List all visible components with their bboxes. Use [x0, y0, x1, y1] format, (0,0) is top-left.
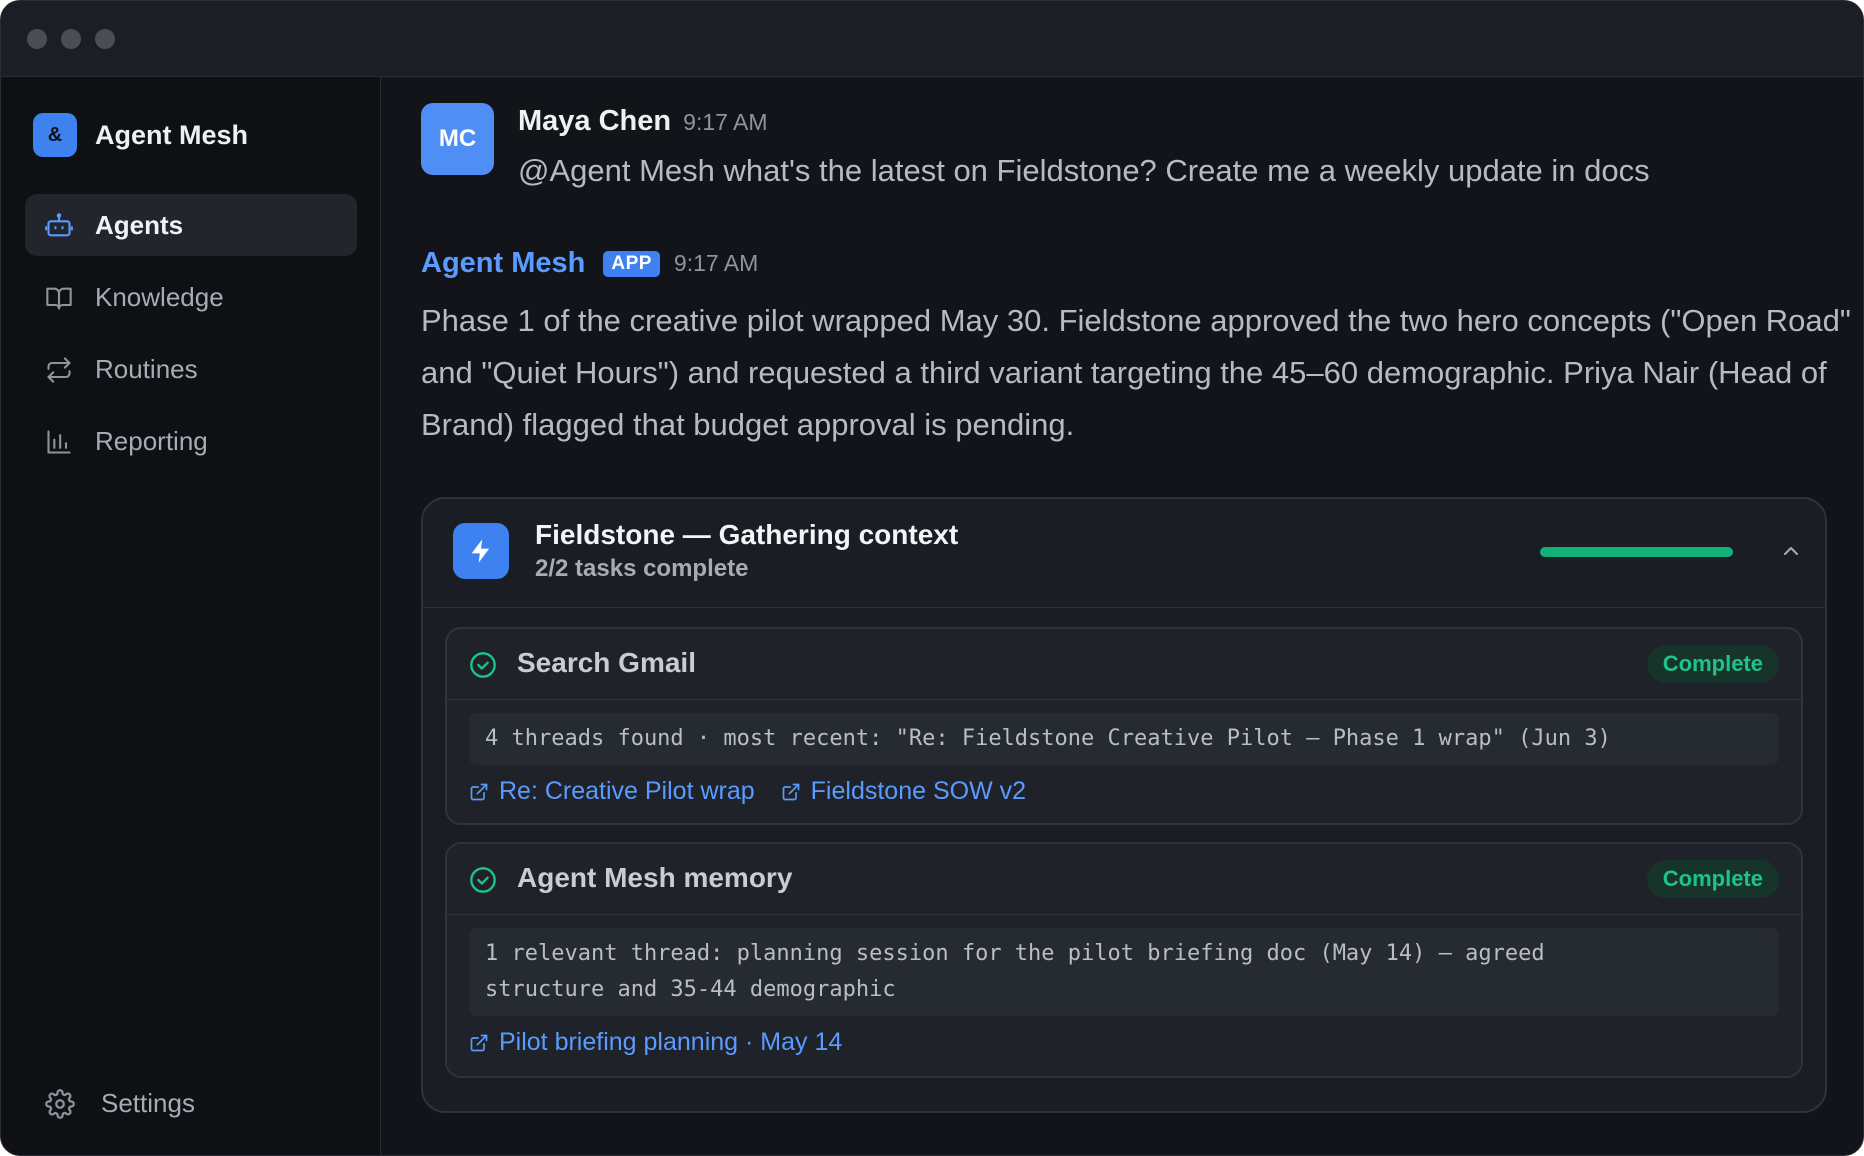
task-panel: Fieldstone — Gathering context 2/2 tasks…: [421, 497, 1827, 1113]
sidebar-item-label: Routines: [95, 353, 198, 384]
brand[interactable]: & Agent Mesh: [33, 113, 248, 157]
sidebar: & Agent Mesh Agents Knowledge Routines R…: [1, 77, 381, 1155]
check-circle-icon: [470, 652, 496, 678]
source-link[interactable]: Pilot briefing planning · May 14: [469, 1028, 842, 1057]
sidebar-item-label: Reporting: [95, 425, 208, 456]
link-label: Fieldstone SOW v2: [810, 777, 1027, 805]
bot-message-text: Phase 1 of the creative pilot wrapped Ma…: [421, 303, 1851, 442]
sidebar-item-agents[interactable]: Agents: [25, 194, 357, 256]
avatar[interactable]: MC: [421, 103, 494, 175]
task-panel-title: Fieldstone — Gathering context: [535, 519, 959, 550]
task-links: Re: Creative Pilot wrap Fieldstone SOW v…: [469, 777, 1052, 806]
status-badge: Complete: [1646, 645, 1779, 683]
window-close-button[interactable]: [27, 29, 47, 49]
gear-icon: [45, 1088, 75, 1119]
app-window: & Agent Mesh Agents Knowledge Routines R…: [0, 0, 1864, 1156]
task-title: Search Gmail: [517, 647, 696, 678]
title-bar: [1, 1, 1863, 77]
task-links: Pilot briefing planning · May 14: [469, 1028, 868, 1057]
window-maximize-button[interactable]: [95, 29, 115, 49]
check-circle-icon: [470, 867, 496, 893]
bot-message-header: Agent Mesh APP 9:17 AM: [421, 247, 758, 280]
message-text: @Agent Mesh what's the latest on Fieldst…: [518, 153, 1650, 188]
status-badge: Complete: [1646, 860, 1779, 898]
window-minimize-button[interactable]: [61, 29, 81, 49]
brand-name: Agent Mesh: [95, 119, 249, 150]
task-title: Agent Mesh memory: [517, 862, 793, 893]
sidebar-item-knowledge[interactable]: Knowledge: [25, 266, 357, 328]
task-card-header: Agent Mesh memory Complete: [447, 844, 1801, 915]
app-badge: APP: [603, 250, 660, 277]
external-link-icon: [470, 1034, 488, 1051]
chat-area: MC Maya Chen 9:17 AM @Agent Mesh what's …: [381, 77, 1863, 1155]
sidebar-item-label: Agents: [95, 209, 184, 240]
task-output: 1 relevant thread: planning session for …: [469, 928, 1779, 1016]
progress-bar: [1540, 547, 1733, 557]
settings-label: Settings: [101, 1088, 195, 1118]
task-card-search-gmail: Search Gmail Complete 4 threads found · …: [445, 627, 1803, 825]
book-icon: [46, 287, 72, 310]
source-link[interactable]: Fieldstone SOW v2: [781, 777, 1026, 806]
bot-author[interactable]: Agent Mesh: [421, 247, 585, 280]
settings-button[interactable]: Settings: [45, 1088, 195, 1119]
message-author-row: Maya Chen 9:17 AM: [518, 105, 768, 138]
sidebar-item-routines[interactable]: Routines: [25, 338, 357, 400]
chevron-up-icon[interactable]: [1779, 539, 1803, 563]
lightning-icon: [453, 523, 509, 579]
message-timestamp: 9:17 AM: [673, 250, 759, 276]
sidebar-item-label: Knowledge: [95, 281, 224, 312]
message-timestamp: 9:17 AM: [683, 109, 768, 135]
bar-chart-icon: [47, 430, 71, 454]
repeat-icon: [47, 357, 71, 383]
external-link-icon: [782, 783, 799, 800]
link-label: Pilot briefing planning · May 14: [499, 1028, 843, 1056]
external-link-icon: [470, 783, 488, 800]
sidebar-item-reporting[interactable]: Reporting: [25, 410, 357, 472]
task-panel-header[interactable]: Fieldstone — Gathering context 2/2 tasks…: [423, 499, 1825, 608]
task-card-agent-mesh-memory: Agent Mesh memory Complete 1 relevant th…: [445, 842, 1803, 1078]
message-author[interactable]: Maya Chen: [518, 105, 671, 137]
task-panel-subtitle: 2/2 tasks complete: [535, 555, 749, 582]
robot-icon: [45, 213, 73, 237]
link-label: Re: Creative Pilot wrap: [499, 777, 755, 805]
task-card-header: Search Gmail Complete: [447, 629, 1801, 700]
progress-fill: [1540, 547, 1733, 557]
brand-logo: &: [33, 113, 77, 157]
source-link[interactable]: Re: Creative Pilot wrap: [469, 777, 755, 806]
task-output: 4 threads found · most recent: "Re: Fiel…: [469, 713, 1779, 765]
